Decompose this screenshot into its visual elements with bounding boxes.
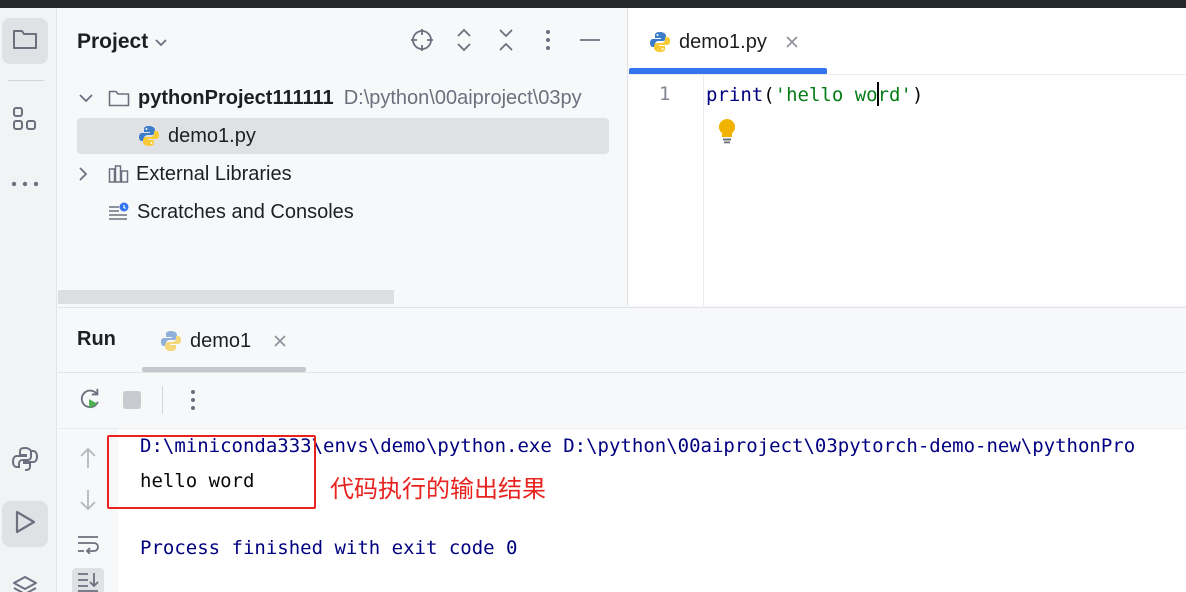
services-tool-button[interactable] bbox=[2, 564, 48, 592]
folder-icon bbox=[108, 89, 130, 107]
run-toolbar bbox=[78, 386, 205, 414]
window-top-bar bbox=[0, 0, 1186, 8]
project-tool-button[interactable] bbox=[2, 18, 48, 64]
run-tool-button[interactable] bbox=[2, 501, 48, 547]
layers-icon bbox=[12, 575, 38, 592]
tool-window-strip bbox=[0, 8, 57, 592]
expand-all-icon[interactable] bbox=[452, 28, 476, 52]
structure-icon bbox=[12, 106, 38, 137]
run-icon bbox=[13, 509, 37, 540]
code-line[interactable]: print('hello word') bbox=[706, 82, 923, 106]
annotation-highlight-box bbox=[107, 435, 316, 509]
run-panel-title: Run bbox=[77, 328, 116, 350]
lightbulb-icon[interactable] bbox=[717, 118, 737, 149]
arrow-up-icon[interactable] bbox=[72, 444, 104, 472]
minimize-icon[interactable] bbox=[578, 28, 602, 52]
horizontal-scrollbar[interactable] bbox=[58, 290, 394, 304]
python-console-button[interactable] bbox=[2, 438, 48, 484]
run-tab-demo1[interactable]: demo1 bbox=[160, 322, 287, 360]
locate-icon[interactable] bbox=[410, 28, 434, 52]
code-close-paren: ) bbox=[911, 84, 924, 106]
scroll-to-end-icon[interactable] bbox=[72, 568, 104, 592]
code-open-paren: ( bbox=[763, 84, 775, 106]
project-panel: Project pythonProject111111 D:\python\00… bbox=[58, 8, 628, 306]
annotation-label: 代码执行的输出结果 bbox=[330, 475, 546, 503]
editor-panel: demo1.py 1 print('hello word') bbox=[629, 8, 1186, 306]
close-icon[interactable] bbox=[273, 334, 287, 348]
code-function: print bbox=[706, 84, 764, 106]
project-panel-title: Project bbox=[77, 30, 149, 53]
more-horizontal-icon bbox=[11, 174, 39, 192]
chevron-down-icon[interactable] bbox=[78, 93, 96, 103]
options-vertical-icon[interactable] bbox=[536, 28, 560, 52]
close-icon[interactable] bbox=[785, 35, 799, 49]
file-label: demo1.py bbox=[168, 124, 256, 147]
more-tools-button[interactable] bbox=[2, 160, 48, 206]
tree-item-external-libraries[interactable]: External Libraries bbox=[58, 156, 292, 192]
editor-tab-border bbox=[629, 74, 1186, 75]
scratches-label: Scratches and Consoles bbox=[137, 200, 354, 223]
python-file-icon bbox=[649, 31, 671, 53]
rerun-icon[interactable] bbox=[78, 388, 102, 412]
line-number: 1 bbox=[659, 83, 671, 105]
soft-wrap-icon[interactable] bbox=[72, 530, 104, 558]
chevron-down-icon bbox=[154, 30, 168, 54]
editor-tab-label: demo1.py bbox=[679, 30, 767, 53]
python-file-icon bbox=[160, 330, 182, 352]
tree-item-demo1-py[interactable]: demo1.py bbox=[77, 118, 609, 154]
project-panel-toolbar bbox=[410, 28, 602, 52]
arrow-down-icon[interactable] bbox=[72, 486, 104, 514]
run-panel: Run demo1 D:\miniconda333\envs\demo\pyth… bbox=[58, 307, 1186, 592]
run-header-divider bbox=[58, 372, 1186, 373]
scratches-icon bbox=[108, 202, 130, 222]
stop-icon[interactable] bbox=[120, 388, 144, 412]
strip-separator bbox=[8, 80, 44, 81]
console-exit-line: Process finished with exit code 0 bbox=[140, 537, 518, 559]
project-panel-header[interactable]: Project bbox=[77, 30, 168, 54]
chevron-right-icon[interactable] bbox=[78, 166, 96, 182]
run-tab-label: demo1 bbox=[190, 329, 252, 352]
editor-gutter bbox=[629, 75, 704, 306]
toolbar-separator bbox=[162, 386, 163, 414]
tree-item-project-root[interactable]: pythonProject111111 D:\python\00aiprojec… bbox=[58, 80, 582, 116]
library-icon bbox=[108, 164, 130, 184]
folder-icon bbox=[12, 28, 38, 55]
editor-tab-demo1-py[interactable]: demo1.py bbox=[629, 8, 827, 76]
console-output[interactable]: D:\miniconda333\envs\demo\python.exe D:\… bbox=[107, 429, 1186, 592]
structure-tool-button[interactable] bbox=[2, 98, 48, 144]
external-libraries-label: External Libraries bbox=[136, 162, 292, 185]
project-root-path: D:\python\00aiproject\03py bbox=[343, 86, 582, 109]
tree-item-scratches[interactable]: Scratches and Consoles bbox=[58, 194, 354, 230]
options-vertical-icon[interactable] bbox=[181, 388, 205, 412]
code-string-end: rd' bbox=[877, 84, 912, 106]
python-file-icon bbox=[138, 125, 160, 147]
python-console-icon bbox=[11, 445, 39, 478]
code-string-start: 'hello wo bbox=[774, 84, 878, 106]
collapse-all-icon[interactable] bbox=[494, 28, 518, 52]
project-root-label: pythonProject111111 bbox=[138, 86, 334, 109]
